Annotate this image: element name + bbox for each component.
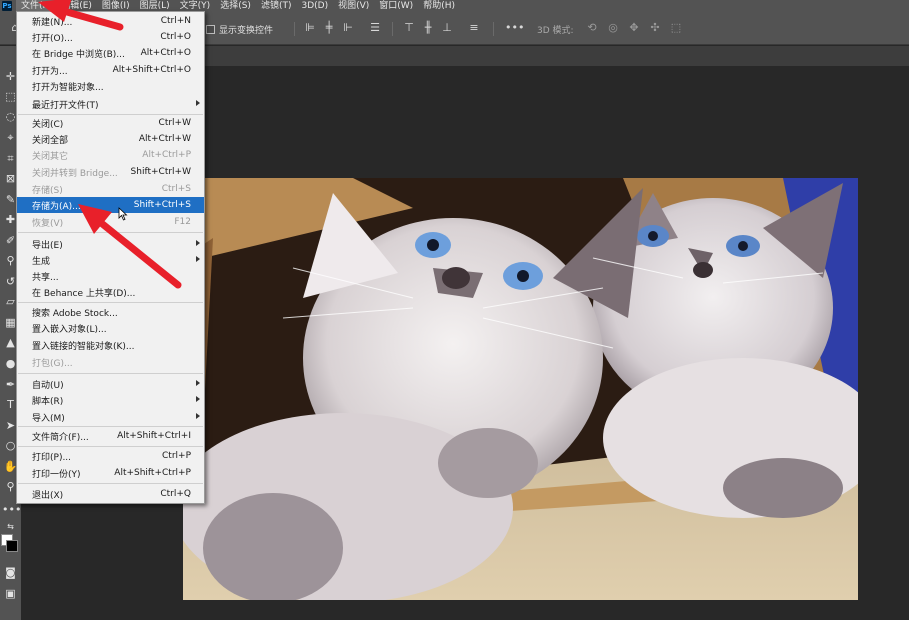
photoshop-window: Ps 文件(F) 编辑(E) 图像(I) 图层(L) 文字(Y) 选择(S) 滤… — [0, 0, 909, 620]
menu-3d[interactable]: 3D(D) — [296, 0, 333, 12]
menu-item-close-all[interactable]: 关闭全部 Alt+Ctrl+W — [17, 131, 204, 147]
more-options-icon[interactable]: ••• — [505, 21, 524, 35]
3d-pan-icon[interactable]: ✥ — [627, 21, 641, 35]
align-right-icon[interactable]: ⊩ — [341, 21, 355, 35]
menu-item-recent-files[interactable]: 最近打开文件(T) — [17, 96, 204, 112]
3d-slide-icon[interactable]: ✣ — [648, 21, 662, 35]
background-color-swatch[interactable] — [6, 540, 18, 552]
menu-separator — [18, 446, 203, 447]
align-bottom-icon[interactable]: ⊥ — [440, 21, 454, 35]
show-transform-controls[interactable]: 显示变换控件 — [206, 23, 273, 36]
menu-separator — [18, 373, 203, 374]
align-middle-icon[interactable]: ╫ — [421, 21, 435, 35]
menu-item-close[interactable]: 关闭(C) Ctrl+W — [17, 115, 204, 131]
distribute-vertical-icon[interactable]: ≡ — [467, 21, 481, 35]
photoshop-logo: Ps — [2, 1, 12, 11]
document-canvas[interactable] — [183, 178, 858, 600]
menu-separator — [18, 426, 203, 427]
menu-item-browse-bridge[interactable]: 在 Bridge 中浏览(B)... Alt+Ctrl+O — [17, 45, 204, 61]
align-center-icon[interactable]: ╪ — [322, 21, 336, 35]
menu-item-print[interactable]: 打印(P)... Ctrl+P — [17, 448, 204, 464]
submenu-arrow-icon — [196, 100, 200, 106]
submenu-arrow-icon — [196, 396, 200, 402]
menu-item-close-others[interactable]: 关闭其它 Alt+Ctrl+P — [17, 147, 204, 163]
submenu-arrow-icon — [196, 413, 200, 419]
swap-colors-icon[interactable]: ⇆ — [2, 518, 19, 535]
menu-item-save-as[interactable]: 存储为(A)... Shift+Ctrl+S — [17, 197, 204, 213]
menu-item-open[interactable]: 打开(O)... Ctrl+O — [17, 29, 204, 45]
menu-item-search-adobe-stock[interactable]: 搜索 Adobe Stock... — [17, 304, 204, 320]
menu-item-place-embedded[interactable]: 置入嵌入对象(L)... — [17, 320, 204, 336]
menu-item-automate[interactable]: 自动(U) — [17, 376, 204, 392]
menu-item-revert[interactable]: 恢复(V) F12 — [17, 214, 204, 230]
menu-help[interactable]: 帮助(H) — [418, 0, 460, 12]
menu-item-open-as[interactable]: 打开为... Alt+Shift+Ctrl+O — [17, 62, 204, 78]
file-menu-dropdown: 新建(N)... Ctrl+N 打开(O)... Ctrl+O 在 Bridge 中… — [16, 11, 205, 504]
submenu-arrow-icon — [196, 240, 200, 246]
menu-item-new[interactable]: 新建(N)... Ctrl+N — [17, 13, 204, 29]
mouse-cursor-icon — [118, 207, 128, 221]
menu-filter[interactable]: 滤镜(T) — [256, 0, 297, 12]
cats-photo — [183, 178, 858, 600]
menu-item-export[interactable]: 导出(E) — [17, 236, 204, 252]
menu-item-share-behance[interactable]: 在 Behance 上共享(D)... — [17, 284, 204, 300]
3d-orbit-icon[interactable]: ⟲ — [585, 21, 599, 35]
align-top-icon[interactable]: ⊤ — [402, 21, 416, 35]
options-divider — [493, 22, 494, 36]
show-transform-label: 显示变换控件 — [219, 26, 274, 36]
distribute-icon[interactable]: ☰ — [368, 21, 382, 35]
align-left-icon[interactable]: ⊫ — [303, 21, 317, 35]
menu-item-print-one-copy[interactable]: 打印一份(Y) Alt+Shift+Ctrl+P — [17, 465, 204, 481]
menu-item-save[interactable]: 存储(S) Ctrl+S — [17, 181, 204, 197]
menu-select[interactable]: 选择(S) — [215, 0, 256, 12]
menu-item-share[interactable]: 共享... — [17, 268, 204, 284]
show-transform-checkbox[interactable] — [206, 25, 215, 34]
options-divider — [392, 22, 393, 36]
menu-item-place-linked[interactable]: 置入链接的智能对象(K)... — [17, 337, 204, 353]
options-divider — [294, 22, 295, 36]
menu-item-import[interactable]: 导入(M) — [17, 409, 204, 425]
menu-separator — [18, 302, 203, 303]
screen-mode-icon[interactable]: ▣ — [2, 585, 19, 602]
3d-mode-label: 3D 模式: — [537, 26, 574, 36]
3d-roll-icon[interactable]: ◎ — [606, 21, 620, 35]
menu-item-open-smart-object[interactable]: 打开为智能对象... — [17, 78, 204, 94]
menu-window[interactable]: 窗口(W) — [374, 0, 418, 12]
submenu-arrow-icon — [196, 380, 200, 386]
menu-separator — [18, 232, 203, 233]
3d-scale-icon[interactable]: ⬚ — [669, 21, 683, 35]
menu-item-file-info[interactable]: 文件简介(F)... Alt+Shift+Ctrl+I — [17, 428, 204, 444]
menu-item-generate[interactable]: 生成 — [17, 252, 204, 268]
submenu-arrow-icon — [196, 256, 200, 262]
menu-item-package[interactable]: 打包(G)... — [17, 354, 204, 370]
menu-item-scripts[interactable]: 脚本(R) — [17, 392, 204, 408]
menu-separator — [18, 483, 203, 484]
quick-mask-icon[interactable]: ◙ — [2, 564, 19, 581]
menu-view[interactable]: 视图(V) — [333, 0, 374, 12]
menu-item-close-go-bridge[interactable]: 关闭并转到 Bridge... Shift+Ctrl+W — [17, 164, 204, 180]
menu-item-exit[interactable]: 退出(X) Ctrl+Q — [17, 486, 204, 502]
